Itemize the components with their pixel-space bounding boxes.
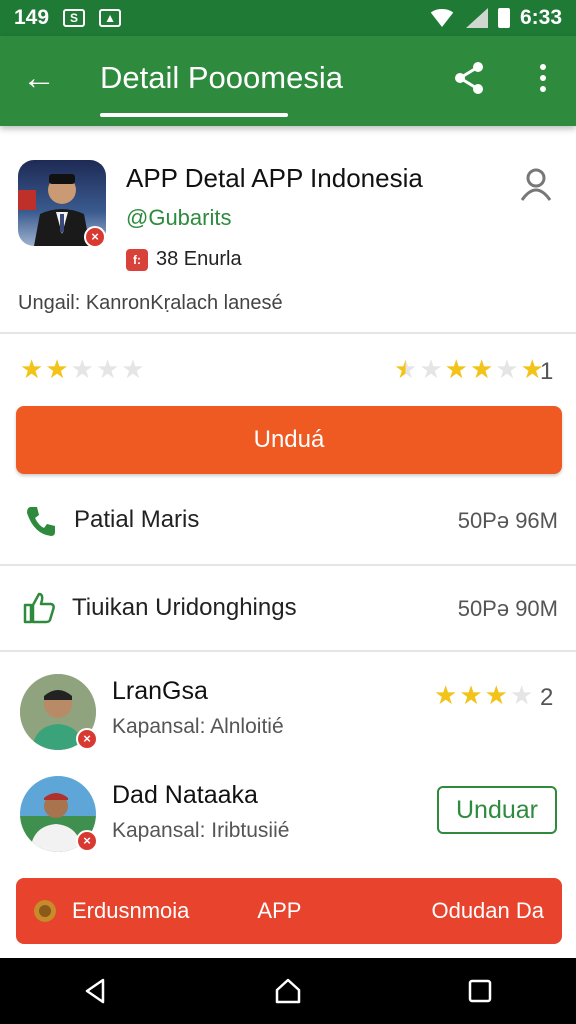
page-title: Detail Pooomesia [100,60,343,95]
status-time: 6:33 [519,6,562,29]
status-bar: 149 S ▲ 6:33 [0,0,576,36]
notification-icon: S [63,9,86,27]
info-row-value: 50Pə 90M [457,596,558,621]
status-number: 149 [14,6,50,29]
review-name: LranGsa [112,677,208,705]
star-icon: ★ [70,354,94,384]
coin-icon [34,900,56,922]
close-badge-icon: × [84,226,106,248]
banner-middle-text: APP [257,898,302,923]
signal-icon [465,8,488,28]
star-icon: ★ [20,354,44,384]
star-icon: ★ [434,680,458,710]
promo-banner[interactable]: Erdusnmoia APP Odudan Da [16,878,562,944]
review-rating-number: 2 [540,684,554,711]
review-name: Dad Nataaka [112,781,258,809]
banner-right-text[interactable]: Odudan Da [431,898,544,924]
star-icon: ★ [469,354,494,384]
info-row-label: Patial Maris [74,506,200,533]
info-row-value: 50Pə 96M [457,508,558,533]
close-badge-icon: × [76,830,98,852]
phone-icon [27,507,55,536]
system-nav-bar [0,958,576,1024]
download-button[interactable]: Unduá [16,406,562,474]
divider [0,564,576,566]
image-icon: ▲ [99,9,122,27]
star-icon: ★ [495,354,519,384]
review-subtitle: Kapansal: Iribtusiié [112,819,290,842]
star-icon: ★ [459,680,483,710]
rating-stars-left: ★ ★ ★ ★ ★ [20,354,145,384]
star-icon: ★ [484,680,508,710]
review-stars: ★ ★ ★ ★ [434,680,533,710]
app-title: APP Detal APP Indonesia [126,163,423,193]
review-download-button[interactable]: Unduar [437,786,557,834]
rating-number: 1 [540,358,554,385]
star-icon: ★ [394,354,418,384]
star-icon: ★ [419,354,443,384]
app-count: f: 38 Enurla [126,248,242,271]
document-icon: f: [126,248,148,271]
info-row-label: Tiuikan Uridonghings [72,594,297,621]
close-badge-icon: × [76,728,98,750]
recents-nav-icon[interactable] [465,976,495,1006]
rating-stars-right: ★ ★ ★ ★ ★ ★ [394,354,544,384]
more-options-icon[interactable] [530,60,556,96]
star-icon: ★ [444,354,468,384]
back-nav-icon[interactable] [81,976,111,1006]
app-count-label: 38 Enurla [156,248,242,270]
star-icon: ★ [45,354,69,384]
thumbs-up-icon [23,592,55,624]
divider [0,332,576,334]
battery-icon [497,8,510,28]
share-icon[interactable] [452,60,488,96]
wifi-icon [427,9,456,27]
home-nav-icon[interactable] [273,976,303,1006]
star-icon: ★ [509,680,534,710]
star-icon: ★ [95,354,120,384]
divider [0,650,576,652]
star-icon: ★ [121,354,145,384]
user-icon[interactable] [518,166,554,202]
back-arrow-icon[interactable]: ← [22,58,56,98]
app-bar: ← Detail Pooomesia [0,36,576,126]
app-info-line: Ungail: KanronKṛalach lanesé [18,292,283,314]
title-underline [100,113,288,117]
app-handle[interactable]: @Gubarits [126,205,231,231]
review-subtitle: Kapansal: Alnloitié [112,715,284,738]
